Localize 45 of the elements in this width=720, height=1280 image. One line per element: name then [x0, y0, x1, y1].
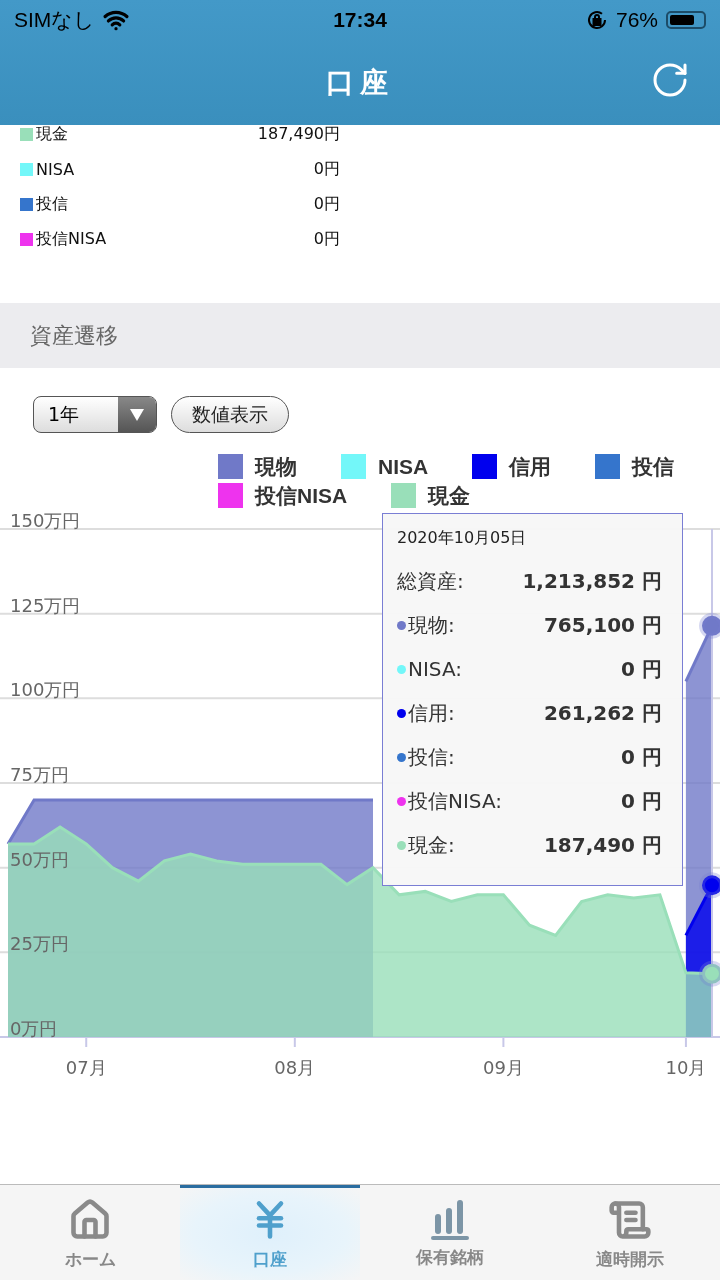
- tooltip-label: 総資産:: [397, 567, 464, 595]
- status-time: 17:34: [333, 8, 387, 32]
- tooltip-value: 0 円: [621, 787, 662, 815]
- x-axis-label: 08月: [274, 1057, 316, 1078]
- y-axis-label: 25万円: [10, 933, 69, 955]
- tooltip-label: 現物:: [408, 611, 455, 639]
- balance-label: 投信NISA: [36, 228, 108, 250]
- tooltip-value: 1,213,852 円: [522, 567, 662, 595]
- screen-title: 口座: [326, 64, 394, 101]
- balance-label: NISA: [36, 159, 76, 179]
- y-axis-label: 100万円: [10, 679, 81, 701]
- carrier-name: SIMなし: [14, 7, 96, 33]
- balance-label: 投信: [36, 193, 69, 215]
- legend-label: 投信NISA: [255, 482, 348, 509]
- tooltip-label: 信用:: [408, 699, 455, 727]
- tooltip-value: 765,100 円: [543, 611, 662, 639]
- balance-value: 187,490円: [257, 123, 340, 145]
- tooltip-value: 187,490 円: [543, 831, 662, 859]
- tooltip-value: 0 円: [621, 743, 662, 771]
- y-axis-label: 150万円: [10, 510, 81, 531]
- x-axis-label: 10月: [665, 1057, 707, 1078]
- section-title: 資産遷移: [30, 321, 118, 350]
- tooltip-value: 0 円: [621, 655, 662, 683]
- balance-label: 現金: [36, 123, 69, 145]
- balance-value: 0円: [313, 228, 340, 250]
- legend-label: 現金: [428, 482, 471, 509]
- tooltip-label: 現金:: [408, 831, 455, 859]
- y-axis-label: 50万円: [10, 848, 69, 870]
- legend-label: 投信: [632, 453, 675, 480]
- balance-value: 0円: [313, 193, 340, 215]
- x-axis-label: 07月: [65, 1057, 107, 1078]
- legend-label: 信用: [509, 453, 552, 480]
- y-axis-label: 0万円: [10, 1018, 58, 1039]
- legend-label: NISA: [378, 454, 429, 479]
- tooltip-label: 投信:: [408, 743, 455, 771]
- balance-value: 0円: [313, 158, 340, 180]
- y-axis-label: 125万円: [10, 594, 81, 616]
- tooltip-value: 261,262 円: [543, 699, 662, 727]
- x-axis-label: 09月: [482, 1057, 524, 1078]
- tooltip-label: 投信NISA:: [408, 787, 502, 815]
- battery-percent: 76%: [615, 8, 658, 32]
- tooltip-label: NISA:: [408, 657, 462, 681]
- y-axis-label: 75万円: [10, 764, 69, 785]
- legend-label: 現物: [255, 453, 297, 480]
- tooltip-date: 2020年10月05日: [397, 528, 528, 549]
